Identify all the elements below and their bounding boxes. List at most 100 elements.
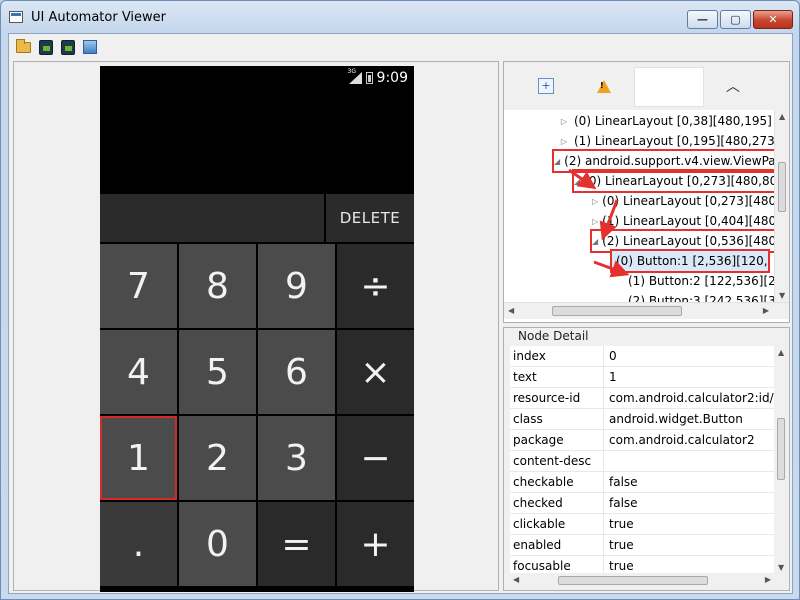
key-plus[interactable]: + <box>337 502 414 586</box>
key-3[interactable]: 3 <box>258 416 335 500</box>
expand-arrow-icon[interactable]: ▷ <box>592 217 598 226</box>
detail-hscroll-thumb[interactable] <box>558 576 708 585</box>
battery-icon <box>365 72 373 84</box>
detail-value: 1 <box>609 370 617 384</box>
tree-vertical-scrollbar[interactable]: ▲ ▼ <box>774 110 789 302</box>
app-window: UI Automator Viewer — ▢ ✕ 3G 9:09 DELETE… <box>0 0 800 600</box>
signal-icon: 3G <box>348 68 362 84</box>
expand-all-icon[interactable]: + <box>538 78 554 94</box>
key-7[interactable]: 7 <box>100 244 177 328</box>
minimize-button[interactable]: — <box>687 10 718 29</box>
detail-row[interactable]: focusable true <box>510 555 774 574</box>
warning-icon[interactable] <box>596 78 612 94</box>
detail-key: checkable <box>510 471 604 493</box>
detail-horizontal-scrollbar[interactable]: ◀ ▶ <box>510 573 774 588</box>
detail-value: android.widget.Button <box>609 412 743 426</box>
scroll-left-icon[interactable]: ◀ <box>508 306 514 315</box>
detail-row[interactable]: index 0 <box>510 346 774 367</box>
scroll-up-icon[interactable]: ▲ <box>779 112 785 121</box>
detail-row[interactable]: package com.android.calculator2 <box>510 429 774 451</box>
open-folder-icon[interactable] <box>15 38 32 55</box>
close-button[interactable]: ✕ <box>753 10 793 29</box>
detail-row[interactable]: content-desc <box>510 450 774 472</box>
scroll-right-icon[interactable]: ▶ <box>763 306 769 315</box>
tree-node[interactable]: ◢ (0) LinearLayout [0,273][480,800] <box>572 169 778 193</box>
key-4[interactable]: 4 <box>100 330 177 414</box>
detail-key: focusable <box>510 555 604 574</box>
tree-vscroll-thumb[interactable] <box>778 162 786 212</box>
calculator-display <box>100 90 414 192</box>
detail-value: true <box>609 559 634 573</box>
tree-node[interactable]: ▷ (1) LinearLayout [0,195][480,273] <box>558 131 780 151</box>
tree-node-label: (2) LinearLayout [0,536][480,667] <box>602 234 786 248</box>
tree-hscroll-thumb[interactable] <box>552 306 682 316</box>
warning-mark: ! <box>600 81 604 90</box>
detail-row[interactable]: checked false <box>510 492 774 514</box>
expand-arrow-icon[interactable]: ▷ <box>558 117 570 126</box>
tree-node[interactable]: (1) Button:2 [122,536][240,667] <box>612 271 789 291</box>
save-icon[interactable] <box>81 39 98 55</box>
tree-node[interactable]: ▷ (1) LinearLayout [0,404][480,536] <box>592 211 778 231</box>
detail-row[interactable]: checkable false <box>510 471 774 493</box>
collapse-icon[interactable]: ︿ <box>725 78 741 95</box>
key-0[interactable]: 0 <box>179 502 256 586</box>
detail-value: com.android.calculator2:id/... <box>609 391 774 405</box>
hierarchy-tree[interactable]: ▷ (0) LinearLayout [0,38][480,195] ▷ (1) Li… <box>504 110 789 302</box>
key-5[interactable]: 5 <box>179 330 256 414</box>
expand-arrow-icon[interactable]: ▷ <box>592 197 598 206</box>
key-2[interactable]: 2 <box>179 416 256 500</box>
app-icon <box>9 11 23 23</box>
detail-row[interactable]: text 1 <box>510 366 774 388</box>
detail-vertical-scrollbar[interactable]: ▲ ▼ <box>774 346 789 574</box>
detail-row[interactable]: class android.widget.Button <box>510 408 774 430</box>
key-decimal[interactable]: . <box>100 502 177 586</box>
network-type: 3G <box>347 68 357 75</box>
detail-row[interactable]: clickable true <box>510 513 774 535</box>
device-status-bar: 3G 9:09 <box>348 68 408 86</box>
calculator-input-row: DELETE <box>100 194 414 242</box>
device-screenshot-compressed-icon[interactable] <box>59 39 76 55</box>
collapse-arrow-icon[interactable]: ◢ <box>574 177 580 186</box>
detail-key: class <box>510 408 604 430</box>
detail-key: package <box>510 429 604 451</box>
formula-field[interactable] <box>100 194 324 242</box>
scroll-down-icon[interactable]: ▼ <box>779 291 785 300</box>
detail-scroll-up-icon[interactable]: ▲ <box>778 348 784 357</box>
collapse-arrow-icon[interactable]: ◢ <box>554 157 560 166</box>
tree-node[interactable]: (0) Button:1 [2,536][120,667] <box>610 249 770 273</box>
inspector-panel: + ! ︿ ▷ (0) LinearLayout [0,38][480,195] ▷… <box>503 61 790 591</box>
tree-node[interactable]: ◢ (2) android.support.v4.view.ViewPager <box>552 149 780 173</box>
tree-node[interactable]: ▷ (0) LinearLayout [0,273][480,404] <box>592 191 778 211</box>
tree-node-label: (1) LinearLayout [0,195][480,273] <box>574 134 780 148</box>
key-8[interactable]: 8 <box>179 244 256 328</box>
detail-key: index <box>510 346 604 367</box>
key-divide[interactable]: ÷ <box>337 244 414 328</box>
tree-node[interactable]: ▷ (0) LinearLayout [0,38][480,195] <box>558 111 772 131</box>
key-minus[interactable]: − <box>337 416 414 500</box>
expand-arrow-icon[interactable]: ▷ <box>558 137 570 146</box>
detail-row[interactable]: resource-id com.android.calculator2:id/..… <box>510 387 774 409</box>
detail-row[interactable]: enabled true <box>510 534 774 556</box>
key-6[interactable]: 6 <box>258 330 335 414</box>
key-multiply[interactable]: × <box>337 330 414 414</box>
detail-scroll-down-icon[interactable]: ▼ <box>778 563 784 572</box>
key-1[interactable]: 1 <box>100 416 177 500</box>
tree-node-label: (0) LinearLayout [0,38][480,195] <box>574 114 772 128</box>
tree-node-label: (2) android.support.v4.view.ViewPager <box>564 154 778 168</box>
delete-button[interactable]: DELETE <box>326 194 414 242</box>
detail-scroll-right-icon[interactable]: ▶ <box>765 575 771 584</box>
device-screenshot-icon[interactable] <box>37 39 54 55</box>
tree-node[interactable]: ◢ (2) LinearLayout [0,536][480,667] <box>590 229 788 253</box>
detail-scroll-left-icon[interactable]: ◀ <box>513 575 519 584</box>
detail-value: false <box>609 496 638 510</box>
tree-node[interactable]: (2) Button:3 [242,536][360,667] <box>612 291 789 302</box>
tree-horizontal-scrollbar[interactable]: ◀ ▶ <box>504 302 789 319</box>
key-equals[interactable]: = <box>258 502 335 586</box>
detail-vscroll-thumb[interactable] <box>777 418 785 480</box>
device-screenshot[interactable]: 3G 9:09 DELETE 7 8 9 ÷ 4 5 6 × 1 2 3−. 0 = + <box>100 66 414 592</box>
toggle-naf-icon[interactable] <box>634 67 704 107</box>
main-toolbar <box>9 34 792 60</box>
maximize-button[interactable]: ▢ <box>720 10 751 29</box>
collapse-arrow-icon[interactable]: ◢ <box>592 237 598 246</box>
key-9[interactable]: 9 <box>258 244 335 328</box>
